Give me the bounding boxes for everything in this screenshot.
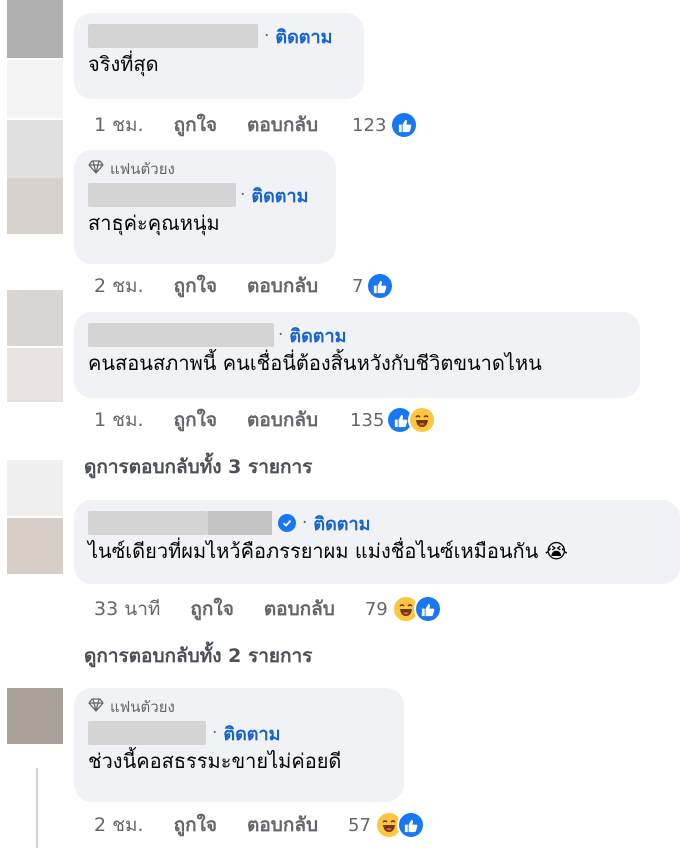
avatar [7,60,63,118]
top-fan-badge[interactable]: แฟนตัวยง [88,696,390,718]
reactions[interactable] [391,595,442,623]
comment-actions: 1 ชม. ถูกใจ ตอบกลับ 135 [94,405,437,435]
like-button[interactable]: ถูกใจ [174,271,217,301]
timestamp[interactable]: 2 ชม. [94,810,144,840]
avatar[interactable] [7,518,63,574]
avatar [7,460,63,516]
reply-button[interactable]: ตอบกลับ [247,271,318,301]
reply-button[interactable]: ตอบกลับ [264,594,335,624]
author-name-redacted[interactable] [88,721,206,745]
author-row: · ติดตาม [88,23,350,49]
follow-link[interactable]: ติดตาม [275,22,332,51]
comment-bubble: แฟนตัวยง · ติดตาม ช่วงนี้คอสธรรมะขายไม่ค… [74,688,404,802]
reaction-count[interactable]: 7 [352,276,363,297]
view-replies-link[interactable]: ดูการตอบกลับทั้ง 3 รายการ [84,452,312,482]
reactions[interactable] [386,406,437,434]
reply-button[interactable]: ตอบกลับ [247,405,318,435]
thumbs-up-icon [413,595,442,623]
comment-actions: 33 นาที ถูกใจ ตอบกลับ 79 [94,594,442,624]
comment-bubble: · ติดตาม คนสอนสภาพนี้ คนเชื่อนี่ต้องสิ้น… [74,312,640,398]
view-replies-link[interactable]: ดูการตอบกลับทั้ง 2 รายการ [84,641,312,671]
author-row: · ติดตาม [88,720,390,746]
follow-link[interactable]: ติดตาม [223,719,280,748]
author-row: · ติดตาม [88,182,322,208]
reaction-count[interactable]: 79 [365,599,388,620]
thumbs-up-icon [390,111,419,139]
follow-link[interactable]: ติดตาม [313,509,370,538]
timestamp[interactable]: 2 ชม. [94,271,144,301]
timestamp[interactable]: 1 ชม. [94,110,144,140]
like-button[interactable]: ถูกใจ [174,405,217,435]
reactions[interactable] [374,811,425,839]
comment-text: ไนซ์เดียวที่ผมไหว้คือภรรยาผม แม่งชื่อไนซ… [88,539,569,563]
timestamp[interactable]: 33 นาที [94,594,160,624]
comment-text: จริงที่สุด [88,52,159,76]
timestamp[interactable]: 1 ชม. [94,405,144,435]
badge-label: แฟนตัวยง [110,698,175,716]
author-name-redacted[interactable] [88,183,236,207]
reactions[interactable] [390,111,419,139]
author-row: · ติดตาม [88,322,626,348]
comment-bubble: · ติดตาม ไนซ์เดียวที่ผมไหว้คือภรรยาผม แม… [74,500,680,584]
reply-button[interactable]: ตอบกลับ [247,810,318,840]
follow-link[interactable]: ติดตาม [251,181,308,210]
comment-bubble: · ติดตาม จริงที่สุด [74,13,364,99]
diamond-icon [88,698,104,716]
reaction-count[interactable]: 57 [348,815,371,836]
verified-check-icon [278,514,296,532]
comment-text: สาธุค่ะคุณหนุ่ม [88,211,220,235]
comment-actions: 1 ชม. ถูกใจ ตอบกลับ 123 [94,110,419,140]
author-row: · ติดตาม [88,510,666,536]
author-name-redacted[interactable] [88,323,274,347]
comment-text: ช่วงนี้คอสธรรมะขายไม่ค่อยดี [88,749,342,773]
reaction-count[interactable]: 123 [352,115,386,136]
like-button[interactable]: ถูกใจ [190,594,233,624]
avatar[interactable] [7,0,63,58]
like-button[interactable]: ถูกใจ [174,110,217,140]
author-name-redacted[interactable] [88,511,208,535]
avatar[interactable] [7,120,63,178]
comment-actions: 2 ชม. ถูกใจ ตอบกลับ 7 [94,271,394,301]
comment-bubble: แฟนตัวยง · ติดตาม สาธุค่ะคุณหนุ่ม [74,150,336,264]
avatar[interactable] [7,290,63,346]
reactions[interactable] [365,272,394,300]
thumbs-up-icon [396,811,425,839]
comment-text: คนสอนสภาพนี้ คนเชื่อนี่ต้องสิ้นหวังกับชี… [88,351,542,375]
thread-line [36,768,38,848]
badge-label: แฟนตัวยง [110,160,175,178]
follow-link[interactable]: ติดตาม [289,321,346,350]
top-fan-badge[interactable]: แฟนตัวยง [88,158,322,180]
laughing-face-icon [408,406,437,434]
diamond-icon [88,160,104,178]
like-button[interactable]: ถูกใจ [174,810,217,840]
avatar[interactable] [7,688,63,744]
author-name-redacted[interactable] [88,24,258,48]
thumbs-up-icon [365,272,394,300]
reply-button[interactable]: ตอบกลับ [247,110,318,140]
avatar [7,348,63,402]
avatar [7,178,63,234]
reaction-count[interactable]: 135 [350,410,384,431]
comment-actions: 2 ชม. ถูกใจ ตอบกลับ 57 [94,810,425,840]
